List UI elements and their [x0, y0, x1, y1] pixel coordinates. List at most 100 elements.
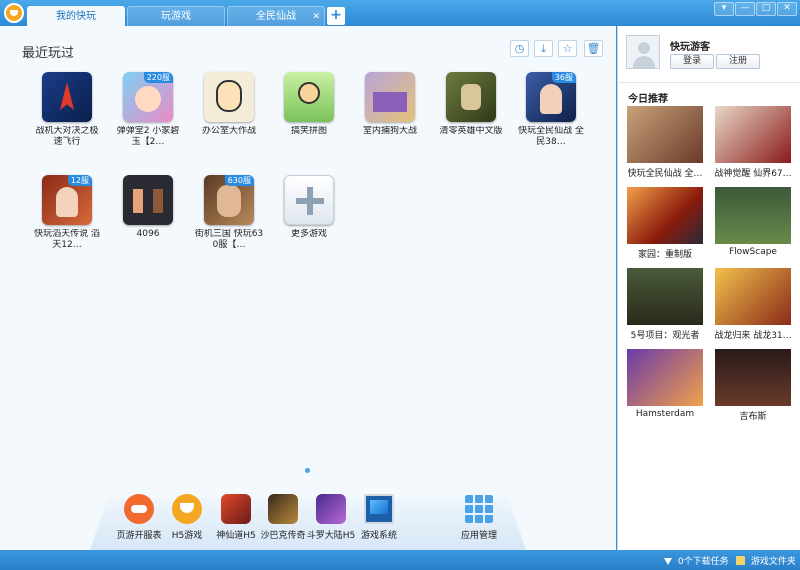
recommend-thumbnail — [627, 268, 703, 325]
recommend-item[interactable]: FlowScape — [714, 187, 792, 257]
game-item[interactable]: 清零英雄中文版 — [436, 72, 506, 137]
delete-button[interactable]: 🗑 — [584, 40, 603, 57]
username: 快玩游客 — [670, 42, 710, 53]
folder-icon — [736, 556, 745, 565]
recommend-item[interactable]: 战龙归来 战龙31… — [714, 268, 792, 341]
download-tasks-link[interactable]: 0个下载任务 — [664, 554, 729, 567]
title-bar: 我的快玩 玩游戏 全民仙战 ✕ + ▾ — □ ✕ — [0, 0, 800, 26]
recommend-item[interactable]: Hamsterdam — [626, 349, 704, 419]
recommend-title: 今日推荐 — [628, 94, 668, 105]
app-grid-icon — [464, 494, 494, 524]
favorite-button[interactable]: ☆ — [558, 40, 577, 57]
status-bar: 0个下载任务 游戏文件夹 — [0, 550, 800, 570]
recommend-item[interactable]: 吉布斯 — [714, 349, 792, 422]
game-label: 清零英雄中文版 — [439, 126, 503, 136]
close-icon[interactable]: ✕ — [777, 2, 797, 16]
game-item[interactable]: 战机大对决之极速飞行 — [32, 72, 102, 148]
login-button[interactable]: 登录 — [670, 54, 714, 69]
page-title: 最近玩过 — [22, 46, 75, 61]
game-icon: 630服 — [204, 175, 254, 225]
game-item[interactable]: 12服 快玩滔天传说 滔天12… — [32, 175, 102, 251]
game-icon — [42, 72, 92, 122]
recommend-thumbnail — [715, 349, 791, 406]
tab-label: 我的快玩 — [56, 11, 96, 22]
game-label: 弹弹堂2 小家碧玉【2… — [116, 126, 180, 147]
maximize-icon[interactable]: □ — [756, 2, 776, 16]
game-label: 4096 — [136, 229, 160, 239]
game-icon — [446, 72, 496, 122]
dock-label: 应用管理 — [460, 531, 497, 541]
game-label: 室内捕狗大战 — [362, 126, 417, 136]
tab-close-icon[interactable]: ✕ — [312, 7, 320, 27]
game-icon — [221, 494, 251, 524]
sidebar: 快玩游客 登录 注册 今日推荐 快玩全民仙战 全… 战神觉醒 仙界67… 家园：… — [617, 26, 800, 550]
server-badge: 12服 — [67, 175, 92, 186]
dock-item-app-manager[interactable]: 应用管理 — [449, 494, 509, 541]
game-item[interactable]: 4096 — [113, 175, 183, 240]
pager-dot[interactable] — [305, 468, 310, 473]
recommend-label: 吉布斯 — [739, 412, 767, 422]
main-panel: 最近玩过 ◷ ⤓ ☆ 🗑 战机大对决之极速飞行 220服 弹弹堂2 小家碧玉【2… — [0, 26, 616, 550]
recommend-thumbnail — [715, 106, 791, 163]
game-item[interactable]: 220服 弹弹堂2 小家碧玉【2… — [113, 72, 183, 148]
tab-play-games[interactable]: 玩游戏 — [127, 6, 225, 26]
app-logo-icon — [4, 3, 24, 23]
server-badge: 220服 — [143, 72, 173, 83]
more-games-button[interactable]: 更多游戏 — [274, 175, 344, 240]
history-button[interactable]: ◷ — [510, 40, 529, 57]
h5-mascot-icon — [172, 494, 202, 524]
game-item[interactable]: 搞笑拼图 — [274, 72, 344, 137]
recommend-label: 快玩全民仙战 全… — [627, 169, 703, 179]
game-icon — [204, 72, 254, 122]
download-tasks-label: 0个下载任务 — [677, 557, 729, 567]
recommend-thumbnail — [627, 187, 703, 244]
add-tab-button[interactable]: + — [327, 7, 345, 25]
recommend-label: 战神觉醒 仙界67… — [714, 169, 792, 179]
minimize-icon[interactable]: — — [735, 2, 755, 16]
recommend-thumbnail — [715, 268, 791, 325]
game-label: 街机三国 快玩630服【… — [194, 229, 264, 250]
tab-quanmin-xianzhan[interactable]: 全民仙战 ✕ — [227, 6, 325, 26]
game-label: 快玩全民仙战 全民38… — [518, 126, 584, 147]
game-icon — [123, 175, 173, 225]
game-label: 更多游戏 — [290, 229, 327, 239]
recommend-thumbnail — [715, 187, 791, 244]
game-label: 战机大对决之极速飞行 — [35, 126, 99, 147]
tab-label: 玩游戏 — [161, 11, 191, 22]
game-item[interactable]: 室内捕狗大战 — [355, 72, 425, 137]
game-icon: 36服 — [526, 72, 576, 122]
game-label: 办公室大作战 — [201, 126, 256, 136]
avatar[interactable] — [626, 35, 660, 69]
tab-my-kuaiwan[interactable]: 我的快玩 — [27, 6, 125, 26]
game-item[interactable]: 办公室大作战 — [194, 72, 264, 137]
game-icon — [284, 72, 334, 122]
recommend-label: 战龙归来 战龙31… — [714, 331, 792, 341]
game-item[interactable]: 630服 街机三国 快玩630服【… — [194, 175, 264, 251]
recommend-label: FlowScape — [729, 247, 777, 257]
menu-dropdown-icon[interactable]: ▾ — [714, 2, 734, 16]
game-item[interactable]: 36服 快玩全民仙战 全民38… — [516, 72, 586, 148]
recommend-label: Hamsterdam — [635, 409, 695, 419]
game-label: 搞笑拼图 — [290, 126, 327, 136]
download-button[interactable]: ⤓ — [534, 40, 553, 57]
game-icon: 12服 — [42, 175, 92, 225]
recommend-item[interactable]: 战神觉醒 仙界67… — [714, 106, 792, 179]
divider — [618, 82, 800, 83]
server-badge: 36服 — [551, 72, 576, 83]
game-icon — [268, 494, 298, 524]
recommend-label: 5号项目：观光者 — [630, 331, 700, 341]
game-label: 快玩滔天传说 滔天12… — [34, 229, 100, 250]
tab-label: 全民仙战 — [256, 11, 296, 22]
game-icon — [365, 72, 415, 122]
recommend-item[interactable]: 快玩全民仙战 全… — [626, 106, 704, 179]
recommend-item[interactable]: 家园：重制版 — [626, 187, 704, 260]
download-icon — [664, 558, 672, 565]
recommend-thumbnail — [627, 349, 703, 406]
game-folder-label: 游戏文件夹 — [750, 557, 796, 567]
dock-item-game-system[interactable]: 游戏系统 — [349, 494, 409, 541]
register-button[interactable]: 注册 — [716, 54, 760, 69]
game-folder-link[interactable]: 游戏文件夹 — [736, 554, 796, 567]
recommend-item[interactable]: 5号项目：观光者 — [626, 268, 704, 341]
game-icon — [316, 494, 346, 524]
recommend-label: 家园：重制版 — [637, 250, 692, 260]
